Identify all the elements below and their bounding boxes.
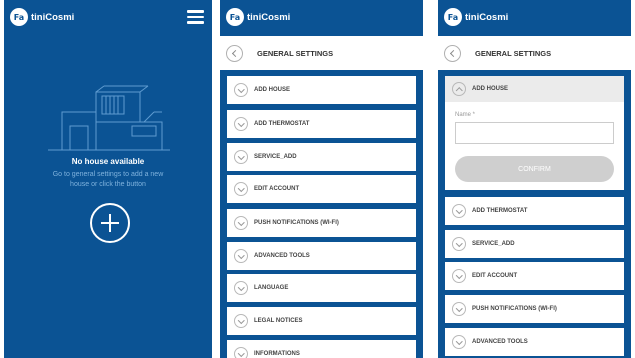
chevron-down-icon bbox=[234, 347, 248, 358]
page-title: GENERAL SETTINGS bbox=[475, 48, 552, 58]
chevron-up-icon bbox=[452, 82, 466, 96]
settings-item-label: PUSH NOTIFICATIONS (WI-FI) bbox=[254, 220, 339, 226]
settings-item-label: LANGUAGE bbox=[254, 285, 289, 291]
chevron-down-icon bbox=[234, 249, 248, 263]
settings-item-push-notifications[interactable]: PUSH NOTIFICATIONS (WI-FI) bbox=[227, 209, 416, 237]
settings-item-label: ADD THERMOSTAT bbox=[472, 208, 528, 214]
settings-item-informations[interactable]: INFORMATIONS bbox=[227, 340, 416, 358]
settings-header: GENERAL SETTINGS bbox=[220, 36, 423, 70]
settings-item-label: LEGAL NOTICES bbox=[254, 318, 303, 324]
confirm-button[interactable]: CONFIRM bbox=[455, 156, 614, 182]
logo-badge: Fa bbox=[226, 8, 244, 26]
add-house-header[interactable]: ADD HOUSE bbox=[445, 76, 624, 102]
chevron-down-icon bbox=[234, 281, 248, 295]
settings-item-edit-account[interactable]: EDIT ACCOUNT bbox=[445, 262, 624, 290]
app-header: Fa tiniCosmi bbox=[4, 0, 212, 36]
chevron-down-icon bbox=[234, 314, 248, 328]
chevron-down-icon bbox=[234, 182, 248, 196]
settings-item-language[interactable]: LANGUAGE bbox=[227, 274, 416, 302]
settings-item-label: INFORMATIONS bbox=[254, 351, 300, 357]
settings-item-label: EDIT ACCOUNT bbox=[254, 186, 300, 192]
chevron-down-icon bbox=[234, 117, 248, 131]
settings-item-advanced-tools[interactable]: ADVANCED TOOLS bbox=[227, 242, 416, 270]
add-house-section: ADD HOUSE Name * CONFIRM bbox=[445, 76, 624, 190]
logo-text: tiniCosmi bbox=[31, 11, 75, 23]
app-screenshots: Fa tiniCosmi No house available Go to ge… bbox=[0, 0, 635, 358]
chevron-down-icon bbox=[452, 335, 466, 349]
chevron-down-icon bbox=[452, 302, 466, 316]
settings-item-service-add[interactable]: SERVICE_ADD bbox=[445, 230, 624, 258]
logo-badge: Fa bbox=[444, 8, 462, 26]
settings-item-label: ADVANCED TOOLS bbox=[254, 253, 310, 259]
empty-state-title: No house available bbox=[71, 157, 145, 166]
settings-item-label: SERVICE_ADD bbox=[254, 154, 297, 160]
brand-logo: Fa tiniCosmi bbox=[10, 8, 74, 26]
back-chevron-icon[interactable] bbox=[444, 44, 461, 62]
chevron-down-icon bbox=[234, 83, 248, 97]
logo-text: tiniCosmi bbox=[247, 11, 291, 23]
general-settings-screen: Fa tiniCosmi GENERAL SETTINGS ADD HOUSE … bbox=[220, 0, 423, 358]
general-settings-add-house-screen: Fa tiniCosmi GENERAL SETTINGS ADD HOUSE … bbox=[438, 0, 631, 358]
settings-item-add-thermostat[interactable]: ADD THERMOSTAT bbox=[227, 110, 416, 138]
settings-header: GENERAL SETTINGS bbox=[438, 36, 631, 70]
settings-item-add-house[interactable]: ADD HOUSE bbox=[227, 76, 416, 104]
empty-state-description: Go to general settings to add a new hous… bbox=[52, 171, 164, 188]
house-illustration-icon bbox=[48, 85, 170, 151]
back-chevron-icon[interactable] bbox=[226, 44, 243, 62]
app-header: Fa tiniCosmi bbox=[438, 0, 631, 36]
hamburger-menu-icon[interactable] bbox=[187, 10, 204, 24]
settings-item-label: EDIT ACCOUNT bbox=[472, 273, 518, 279]
settings-item-label: ADD HOUSE bbox=[254, 87, 291, 93]
add-house-plus-icon[interactable] bbox=[90, 203, 130, 243]
chevron-down-icon bbox=[234, 150, 248, 164]
settings-item-service-add[interactable]: SERVICE_ADD bbox=[227, 143, 416, 171]
page-title: GENERAL SETTINGS bbox=[257, 48, 334, 58]
brand-logo: Fa tiniCosmi bbox=[444, 8, 508, 26]
settings-item-advanced-tools[interactable]: ADVANCED TOOLS bbox=[445, 328, 624, 356]
settings-item-label: PUSH NOTIFICATIONS (WI-FI) bbox=[472, 306, 557, 312]
add-house-label: ADD HOUSE bbox=[472, 86, 509, 92]
chevron-down-icon bbox=[452, 237, 466, 251]
settings-item-edit-account[interactable]: EDIT ACCOUNT bbox=[227, 175, 416, 203]
settings-item-add-thermostat[interactable]: ADD THERMOSTAT bbox=[445, 197, 624, 225]
settings-item-legal-notices[interactable]: LEGAL NOTICES bbox=[227, 307, 416, 335]
house-name-input[interactable] bbox=[455, 122, 614, 144]
settings-item-label: SERVICE_ADD bbox=[472, 241, 515, 247]
home-screen: Fa tiniCosmi No house available Go to ge… bbox=[4, 0, 212, 358]
app-header: Fa tiniCosmi bbox=[220, 0, 423, 36]
brand-logo: Fa tiniCosmi bbox=[226, 8, 290, 26]
chevron-down-icon bbox=[234, 216, 248, 230]
settings-item-label: ADD THERMOSTAT bbox=[254, 121, 310, 127]
settings-item-label: ADVANCED TOOLS bbox=[472, 339, 528, 345]
chevron-down-icon bbox=[452, 269, 466, 283]
chevron-down-icon bbox=[452, 204, 466, 218]
name-field-label: Name * bbox=[455, 112, 476, 118]
settings-item-push-notifications[interactable]: PUSH NOTIFICATIONS (WI-FI) bbox=[445, 295, 624, 323]
logo-text: tiniCosmi bbox=[465, 11, 509, 23]
logo-badge: Fa bbox=[10, 8, 28, 26]
